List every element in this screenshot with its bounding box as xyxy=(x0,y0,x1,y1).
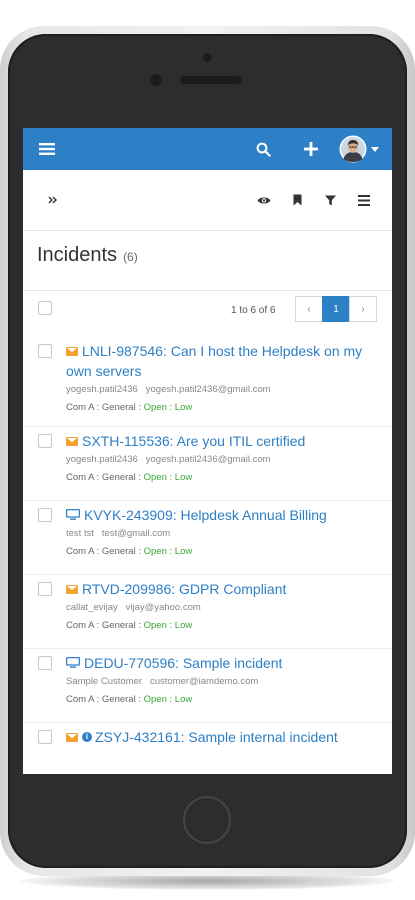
item-checkbox[interactable] xyxy=(38,730,52,744)
incident-title: RTVD-209986: GDPR Compliant xyxy=(82,581,287,597)
search-icon[interactable] xyxy=(249,128,277,170)
requester-name: yogesh.patil2436 xyxy=(66,454,138,465)
incident-title: SXTH-115536: Are you ITIL certified xyxy=(82,433,306,449)
front-camera xyxy=(150,74,162,86)
user-avatar xyxy=(339,135,367,163)
envelope-icon xyxy=(66,732,78,742)
status-label: Open xyxy=(143,472,167,483)
select-all-checkbox[interactable] xyxy=(38,301,52,315)
info-icon: i xyxy=(82,732,92,743)
status-label: Open xyxy=(143,620,167,631)
company-category: Com A : General : xyxy=(66,546,141,557)
earpiece-speaker xyxy=(180,76,242,84)
requester-name: Sample Customer xyxy=(66,676,143,687)
list-item[interactable]: KVYK-243909: Helpdesk Annual Billing tes… xyxy=(23,500,392,575)
status-label: Open xyxy=(143,694,167,705)
bookmark-icon[interactable] xyxy=(288,192,306,208)
incident-meta: Com A : General : Open : Low xyxy=(66,620,193,631)
caret-down-icon xyxy=(371,146,379,152)
item-checkbox[interactable] xyxy=(38,344,52,358)
incident-title: DEDU-770596: Sample incident xyxy=(84,655,283,671)
next-page-button[interactable]: › xyxy=(349,296,377,322)
incident-meta: Com A : General : Open : Low xyxy=(66,694,193,705)
list-item[interactable]: LNLI-987546: Can I host the Helpdesk on … xyxy=(23,336,392,427)
incident-requester: test tst test@gmail.com xyxy=(66,528,170,539)
app-header xyxy=(23,128,392,170)
page-1-button[interactable]: 1 xyxy=(322,296,350,322)
incident-title-link[interactable]: DEDU-770596: Sample incident xyxy=(66,653,376,674)
list-item[interactable]: DEDU-770596: Sample incident Sample Cust… xyxy=(23,648,392,723)
list-item[interactable]: RTVD-209986: GDPR Compliant callat_evija… xyxy=(23,574,392,649)
list-item[interactable]: SXTH-115536: Are you ITIL certified yoge… xyxy=(23,426,392,501)
item-checkbox[interactable] xyxy=(38,656,52,670)
priority-label: Low xyxy=(174,472,193,483)
incident-count: (6) xyxy=(123,250,138,264)
page-title: Incidents xyxy=(37,244,118,266)
filter-icon[interactable] xyxy=(321,192,339,208)
pagination-info: 1 to 6 of 6 xyxy=(231,305,276,316)
list-item[interactable]: i ZSYJ-432161: Sample internal incident xyxy=(23,722,392,774)
priority-label: Low xyxy=(174,694,193,705)
incident-title-link[interactable]: i ZSYJ-432161: Sample internal incident xyxy=(66,727,376,747)
requester-email: test@gmail.com xyxy=(101,528,171,539)
incident-title-link[interactable]: RTVD-209986: GDPR Compliant xyxy=(66,579,376,599)
user-menu[interactable] xyxy=(337,128,381,170)
company-category: Com A : General : xyxy=(66,620,141,631)
requester-email: yogesh.patil2436@gmail.com xyxy=(145,384,271,395)
prev-page-button[interactable]: ‹ xyxy=(295,296,323,322)
status-label: Open xyxy=(143,402,167,413)
divider xyxy=(23,290,392,291)
incident-meta: Com A : General : Open : Low xyxy=(66,472,193,483)
incident-requester: Sample Customer customer@iamdemo.com xyxy=(66,676,258,687)
app-screen: Incidents (6) 1 to 6 of 6 ‹ 1 › LNLI-987… xyxy=(23,128,392,774)
requester-email: customer@iamdemo.com xyxy=(149,676,259,687)
page-heading: Incidents (6) xyxy=(37,244,138,274)
incident-title: KVYK-243909: Helpdesk Annual Billing xyxy=(84,507,327,523)
company-category: Com A : General : xyxy=(66,472,141,483)
home-button[interactable] xyxy=(183,796,231,844)
incident-requester: yogesh.patil2436 yogesh.patil2436@gmail.… xyxy=(66,454,271,465)
item-checkbox[interactable] xyxy=(38,434,52,448)
incident-requester: callat_evijay vijay@yahoo.com xyxy=(66,602,201,613)
envelope-icon xyxy=(66,346,78,356)
plus-icon[interactable] xyxy=(297,128,325,170)
requester-email: yogesh.patil2436@gmail.com xyxy=(145,454,271,465)
priority-label: Low xyxy=(174,546,193,557)
double-chevron-right-icon[interactable] xyxy=(43,192,61,208)
requester-name: callat_evijay xyxy=(66,602,118,613)
requester-email: vijay@yahoo.com xyxy=(125,602,201,613)
item-checkbox[interactable] xyxy=(38,508,52,522)
incident-title: ZSYJ-432161: Sample internal incident xyxy=(95,729,338,745)
list-toolbar xyxy=(23,170,392,231)
sensor-dot xyxy=(203,53,212,62)
list-icon[interactable] xyxy=(355,192,373,208)
incident-title: LNLI-987546: Can I host the Helpdesk on … xyxy=(66,343,363,379)
company-category: Com A : General : xyxy=(66,694,141,705)
incident-title-link[interactable]: SXTH-115536: Are you ITIL certified xyxy=(66,431,376,451)
monitor-icon xyxy=(66,505,80,525)
hamburger-icon[interactable] xyxy=(33,128,61,170)
requester-name: yogesh.patil2436 xyxy=(66,384,138,395)
status-label: Open xyxy=(143,546,167,557)
incident-title-link[interactable]: LNLI-987546: Can I host the Helpdesk on … xyxy=(66,341,376,381)
incident-title-link[interactable]: KVYK-243909: Helpdesk Annual Billing xyxy=(66,505,376,526)
incident-meta: Com A : General : Open : Low xyxy=(66,546,193,557)
requester-name: test tst xyxy=(66,528,94,539)
eye-icon[interactable] xyxy=(255,192,273,208)
envelope-icon xyxy=(66,436,78,446)
monitor-icon xyxy=(66,653,80,673)
priority-label: Low xyxy=(174,620,193,631)
item-checkbox[interactable] xyxy=(38,582,52,596)
priority-label: Low xyxy=(174,402,193,413)
envelope-icon xyxy=(66,584,78,594)
incident-meta: Com A : General : Open : Low xyxy=(66,402,193,413)
company-category: Com A : General : xyxy=(66,402,141,413)
incident-requester: yogesh.patil2436 yogesh.patil2436@gmail.… xyxy=(66,384,271,395)
pagination: ‹ 1 › xyxy=(295,296,377,322)
